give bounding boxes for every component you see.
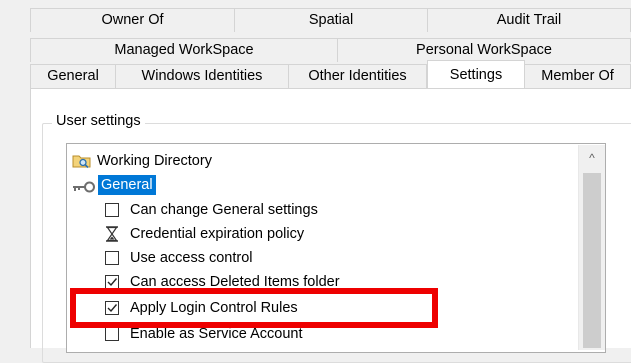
setting-label: Credential expiration policy [130,226,305,242]
checkbox-unchecked[interactable] [105,251,119,265]
tab-settings[interactable]: Settings [427,60,525,88]
folder-search-icon [72,153,92,169]
key-icon [72,178,96,193]
tab-general[interactable]: General [30,64,116,90]
scroll-thumb[interactable] [583,173,601,348]
setting-can-change-general[interactable]: Can change General settings [105,198,318,222]
hourglass-icon [105,226,119,242]
setting-label: Can change General settings [130,202,318,218]
setting-label: Use access control [130,250,253,266]
tab-row-bottom: General Windows Identities Other Identit… [30,60,631,90]
checkbox-unchecked[interactable] [105,327,119,341]
tree-vertical-scrollbar[interactable]: ^ [578,145,605,350]
tree-item-working-directory[interactable]: Working Directory [72,149,212,173]
tab-personal-workspace[interactable]: Personal WorkSpace [338,38,631,62]
setting-use-access-control[interactable]: Use access control [105,246,253,270]
tab-other-identities[interactable]: Other Identities [289,64,427,90]
tree-item-label-selected: General [98,175,156,195]
tab-row-top: Owner Of Spatial Audit Trail [30,8,631,32]
tree-item-general[interactable]: General [72,173,156,197]
tab-managed-workspace[interactable]: Managed WorkSpace [30,38,338,62]
tab-row-middle: Managed WorkSpace Personal WorkSpace [30,38,631,62]
tree-item-label: Working Directory [97,153,212,169]
red-highlight-box [70,288,438,328]
checkbox-checked[interactable] [105,275,119,289]
scroll-up-arrow-icon[interactable]: ^ [579,149,605,167]
tab-audit-trail[interactable]: Audit Trail [428,8,631,32]
checkbox-unchecked[interactable] [105,203,119,217]
tab-windows-identities[interactable]: Windows Identities [116,64,289,90]
tab-owner-of[interactable]: Owner Of [30,8,235,32]
user-settings-group-label: User settings [52,112,145,130]
tab-member-of[interactable]: Member Of [525,64,631,90]
setting-credential-expiration[interactable]: Credential expiration policy [105,222,304,246]
tab-spatial[interactable]: Spatial [235,8,428,32]
